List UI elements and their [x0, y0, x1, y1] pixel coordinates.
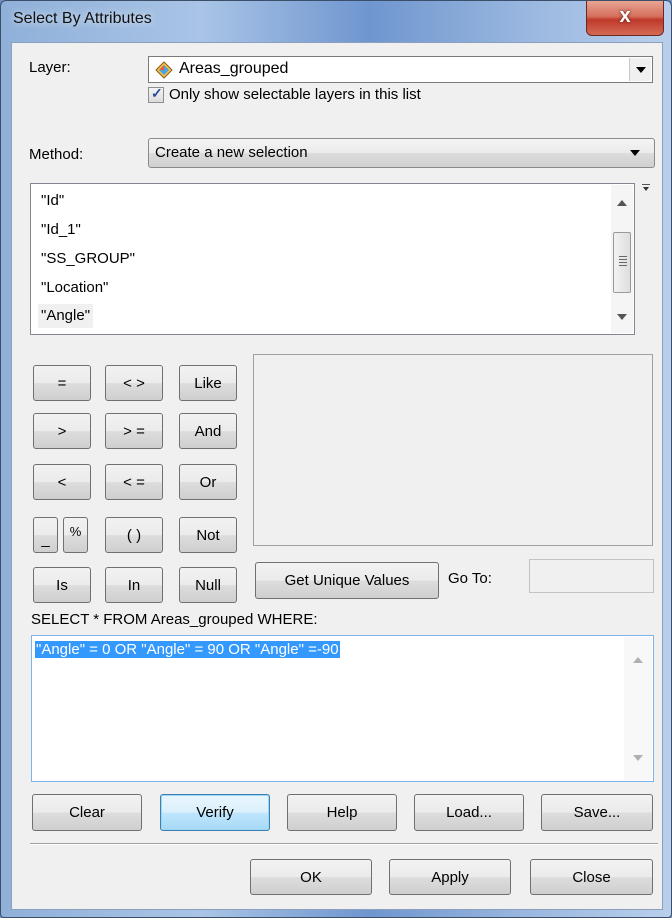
- field-list-options-icon[interactable]: [641, 184, 651, 192]
- load-button[interactable]: Load...: [414, 794, 524, 831]
- underscore-wildcard-button[interactable]: _: [33, 517, 58, 553]
- close-label: Close: [572, 868, 611, 886]
- underscore-label: _: [41, 531, 50, 548]
- greater-than-label: >: [57, 422, 67, 440]
- equals-label: =: [57, 374, 67, 392]
- close-icon: x: [619, 5, 631, 27]
- equals-button[interactable]: =: [33, 365, 91, 401]
- in-label: In: [127, 576, 141, 594]
- query-expression-textarea[interactable]: "Angle" = 0 OR "Angle" = 90 OR "Angle" =…: [31, 635, 654, 782]
- not-label: Not: [196, 526, 220, 544]
- percent-label: %: [69, 524, 82, 539]
- field-item[interactable]: "Location": [38, 279, 111, 296]
- scroll-down-button[interactable]: [624, 748, 652, 768]
- less-than-button[interactable]: <: [33, 464, 91, 500]
- method-value: Create a new selection: [155, 144, 308, 161]
- chevron-down-icon: [635, 66, 646, 73]
- scroll-up-button[interactable]: [611, 193, 633, 213]
- save-label: Save...: [573, 804, 621, 821]
- verify-label: Verify: [196, 804, 234, 821]
- dialog-body: Layer: Areas_grouped ✓ Only show selecta…: [11, 42, 663, 910]
- query-scrollbar[interactable]: [624, 637, 652, 780]
- fields-scrollbar[interactable]: [611, 185, 633, 333]
- parentheses-label: ( ): [126, 526, 142, 544]
- apply-label: Apply: [431, 868, 469, 886]
- get-unique-values-button[interactable]: Get Unique Values: [255, 562, 439, 599]
- like-label: Like: [194, 374, 222, 392]
- not-equals-label: < >: [123, 374, 145, 392]
- clear-button[interactable]: Clear: [32, 794, 142, 831]
- field-item[interactable]: "Id_1": [38, 221, 84, 238]
- or-button[interactable]: Or: [179, 464, 237, 500]
- verify-button[interactable]: Verify: [160, 794, 270, 831]
- and-button[interactable]: And: [179, 413, 237, 449]
- parentheses-button[interactable]: ( ): [105, 517, 163, 553]
- goto-input[interactable]: [529, 559, 654, 593]
- help-label: Help: [326, 804, 358, 821]
- scrollbar-thumb[interactable]: [613, 232, 631, 293]
- query-header: SELECT * FROM Areas_grouped WHERE:: [31, 611, 318, 628]
- ok-button[interactable]: OK: [250, 859, 372, 895]
- less-than-label: <: [57, 473, 67, 491]
- selectable-layers-label[interactable]: Only show selectable layers in this list: [169, 86, 421, 103]
- less-equal-label: < =: [123, 473, 145, 491]
- field-item[interactable]: "SS_GROUP": [38, 250, 138, 267]
- arrow-down-icon: [617, 314, 627, 320]
- method-dropdown[interactable]: Create a new selection: [148, 138, 655, 168]
- layer-value: Areas_grouped: [179, 60, 289, 77]
- unique-values-list[interactable]: [253, 354, 653, 546]
- layer-label: Layer:: [29, 59, 71, 76]
- select-by-attributes-dialog: Select By Attributes x Layer: Areas_grou…: [0, 0, 672, 918]
- fields-list[interactable]: "Id" "Id_1" "SS_GROUP" "Location" "Angle…: [30, 183, 635, 335]
- query-expression: "Angle" = 0 OR "Angle" = 90 OR "Angle" =…: [35, 641, 340, 658]
- arrow-up-icon: [617, 200, 627, 206]
- percent-wildcard-button[interactable]: %: [63, 517, 88, 553]
- null-button[interactable]: Null: [179, 567, 237, 603]
- less-equal-button[interactable]: < =: [105, 464, 163, 500]
- footer-divider: [30, 843, 658, 845]
- close-button[interactable]: Close: [530, 859, 653, 895]
- in-button[interactable]: In: [105, 567, 163, 603]
- arrow-up-icon: [633, 657, 643, 663]
- title-bar[interactable]: Select By Attributes x: [1, 1, 671, 41]
- not-button[interactable]: Not: [179, 517, 237, 553]
- field-item-selected[interactable]: "Angle": [38, 304, 94, 328]
- selectable-layers-checkbox[interactable]: ✓: [148, 85, 164, 103]
- greater-equal-label: > =: [123, 422, 145, 440]
- clear-label: Clear: [69, 804, 105, 821]
- layer-dropdown-toggle[interactable]: [629, 58, 651, 81]
- save-button[interactable]: Save...: [541, 794, 653, 831]
- null-label: Null: [195, 576, 221, 594]
- ok-label: OK: [300, 868, 322, 886]
- like-button[interactable]: Like: [179, 365, 237, 401]
- checkmark-icon: ✓: [151, 85, 163, 101]
- chevron-down-icon: [630, 150, 640, 156]
- scroll-down-button[interactable]: [611, 307, 633, 327]
- not-equals-button[interactable]: < >: [105, 365, 163, 401]
- and-label: And: [194, 422, 222, 440]
- or-label: Or: [199, 473, 217, 491]
- is-button[interactable]: Is: [33, 567, 91, 603]
- close-window-button[interactable]: x: [586, 1, 664, 36]
- dialog-title: Select By Attributes: [13, 10, 152, 27]
- method-label: Method:: [29, 146, 84, 163]
- greater-equal-button[interactable]: > =: [105, 413, 163, 449]
- layer-dropdown[interactable]: Areas_grouped: [148, 56, 653, 83]
- help-button[interactable]: Help: [287, 794, 397, 831]
- scroll-up-button[interactable]: [624, 650, 652, 670]
- polygon-layer-icon: [155, 61, 173, 79]
- greater-than-button[interactable]: >: [33, 413, 91, 449]
- is-label: Is: [56, 576, 68, 594]
- get-unique-values-label: Get Unique Values: [284, 572, 410, 589]
- apply-button[interactable]: Apply: [389, 859, 511, 895]
- arrow-down-icon: [633, 755, 643, 761]
- load-label: Load...: [446, 804, 492, 821]
- field-item[interactable]: "Id": [38, 192, 67, 209]
- goto-label: Go To:: [448, 570, 492, 587]
